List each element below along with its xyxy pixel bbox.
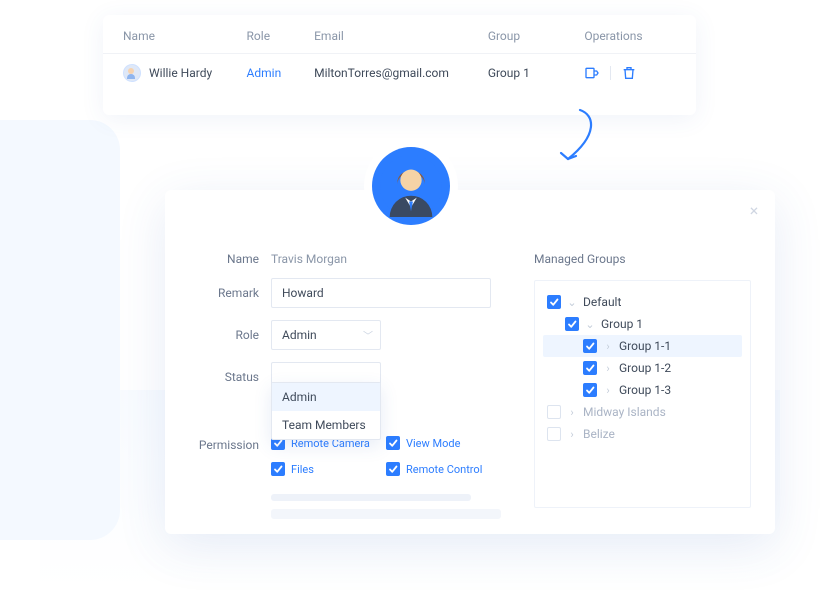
checkbox-icon[interactable]: [271, 462, 285, 476]
tree-item[interactable]: › Group 1-1: [543, 335, 742, 357]
close-icon[interactable]: ×: [747, 204, 761, 218]
cell-group: Group 1: [488, 66, 585, 80]
avatar: [123, 64, 141, 82]
tree-caret-icon[interactable]: ›: [603, 341, 613, 351]
cell-email: MiltonTorres@gmail.com: [314, 66, 488, 80]
tree-label: Default: [583, 295, 621, 309]
checkbox-icon[interactable]: [547, 427, 561, 441]
label-name: Name: [189, 252, 271, 266]
permission-label: View Mode: [406, 437, 460, 450]
tree-item[interactable]: › Belize: [543, 423, 742, 445]
cell-role-link[interactable]: Admin: [247, 66, 282, 80]
table-row[interactable]: Willie Hardy Admin MiltonTorres@gmail.co…: [103, 53, 696, 94]
col-header-operations: Operations: [584, 29, 676, 43]
role-select[interactable]: [271, 320, 381, 350]
label-remark: Remark: [189, 286, 271, 300]
cell-name: Willie Hardy: [149, 66, 212, 80]
groups-panel: Managed Groups ⌄ Default ⌄ Group 1 › Group 1-…: [534, 252, 751, 516]
permission-label: Files: [291, 463, 314, 476]
checkbox-icon[interactable]: [386, 436, 400, 450]
checkbox-icon[interactable]: [547, 295, 561, 309]
placeholder: [271, 494, 504, 519]
avatar: [372, 147, 450, 225]
tree-label: Group 1-2: [619, 361, 671, 375]
label-status: Status: [189, 370, 271, 384]
label-role: Role: [189, 328, 271, 342]
tree-label: Midway Islands: [583, 405, 666, 419]
tree-item[interactable]: › Group 1-3: [543, 379, 742, 401]
col-header-name: Name: [123, 29, 247, 43]
checkbox-icon[interactable]: [583, 361, 597, 375]
tree-caret-icon[interactable]: ⌄: [585, 319, 595, 329]
table-header: Name Role Email Group Operations: [103, 15, 696, 53]
col-header-email: Email: [314, 29, 488, 43]
tree-caret-icon[interactable]: ›: [567, 429, 577, 439]
tree-item[interactable]: › Group 1-2: [543, 357, 742, 379]
arrow-annotation: [520, 107, 620, 177]
remark-input[interactable]: [271, 278, 491, 308]
permission-item[interactable]: View Mode: [386, 436, 501, 450]
permission-label: Remote Control: [406, 463, 482, 476]
edit-user-modal: × Name Travis Morgan Remark Role ﹀ Statu…: [165, 190, 775, 534]
tree-label: Group 1-1: [619, 339, 671, 353]
tree-item[interactable]: ⌄ Default: [543, 291, 742, 313]
role-dropdown: Admin Team Members: [271, 382, 381, 440]
checkbox-icon[interactable]: [583, 339, 597, 353]
checkbox-icon[interactable]: [565, 317, 579, 331]
dropdown-option[interactable]: Admin: [272, 383, 380, 411]
tree-caret-icon[interactable]: ›: [603, 385, 613, 395]
dropdown-option[interactable]: Team Members: [272, 411, 380, 439]
checkbox-icon[interactable]: [386, 462, 400, 476]
col-header-role: Role: [247, 29, 315, 43]
checkbox-icon[interactable]: [583, 383, 597, 397]
groups-tree: ⌄ Default ⌄ Group 1 › Group 1-1 › Group 1-2 › Gro…: [534, 280, 751, 508]
label-managed-groups: Managed Groups: [534, 252, 751, 266]
name-value: Travis Morgan: [271, 252, 347, 266]
form-panel: Name Travis Morgan Remark Role ﹀ Status …: [189, 252, 504, 516]
permission-item[interactable]: Remote Control: [386, 462, 501, 476]
col-header-group: Group: [488, 29, 585, 43]
label-permission: Permission: [189, 436, 271, 452]
delete-icon[interactable]: [621, 65, 637, 81]
edit-icon[interactable]: [584, 65, 600, 81]
checkbox-icon[interactable]: [547, 405, 561, 419]
tree-label: Belize: [583, 427, 615, 441]
tree-label: Group 1: [601, 317, 643, 331]
tree-caret-icon[interactable]: ›: [567, 407, 577, 417]
tree-label: Group 1-3: [619, 383, 671, 397]
tree-item[interactable]: ⌄ Group 1: [543, 313, 742, 335]
divider: [610, 66, 611, 80]
tree-item[interactable]: › Midway Islands: [543, 401, 742, 423]
tree-caret-icon[interactable]: ⌄: [567, 297, 577, 307]
tree-caret-icon[interactable]: ›: [603, 363, 613, 373]
users-table: Name Role Email Group Operations Willie …: [103, 15, 696, 115]
permission-item[interactable]: Files: [271, 462, 386, 476]
